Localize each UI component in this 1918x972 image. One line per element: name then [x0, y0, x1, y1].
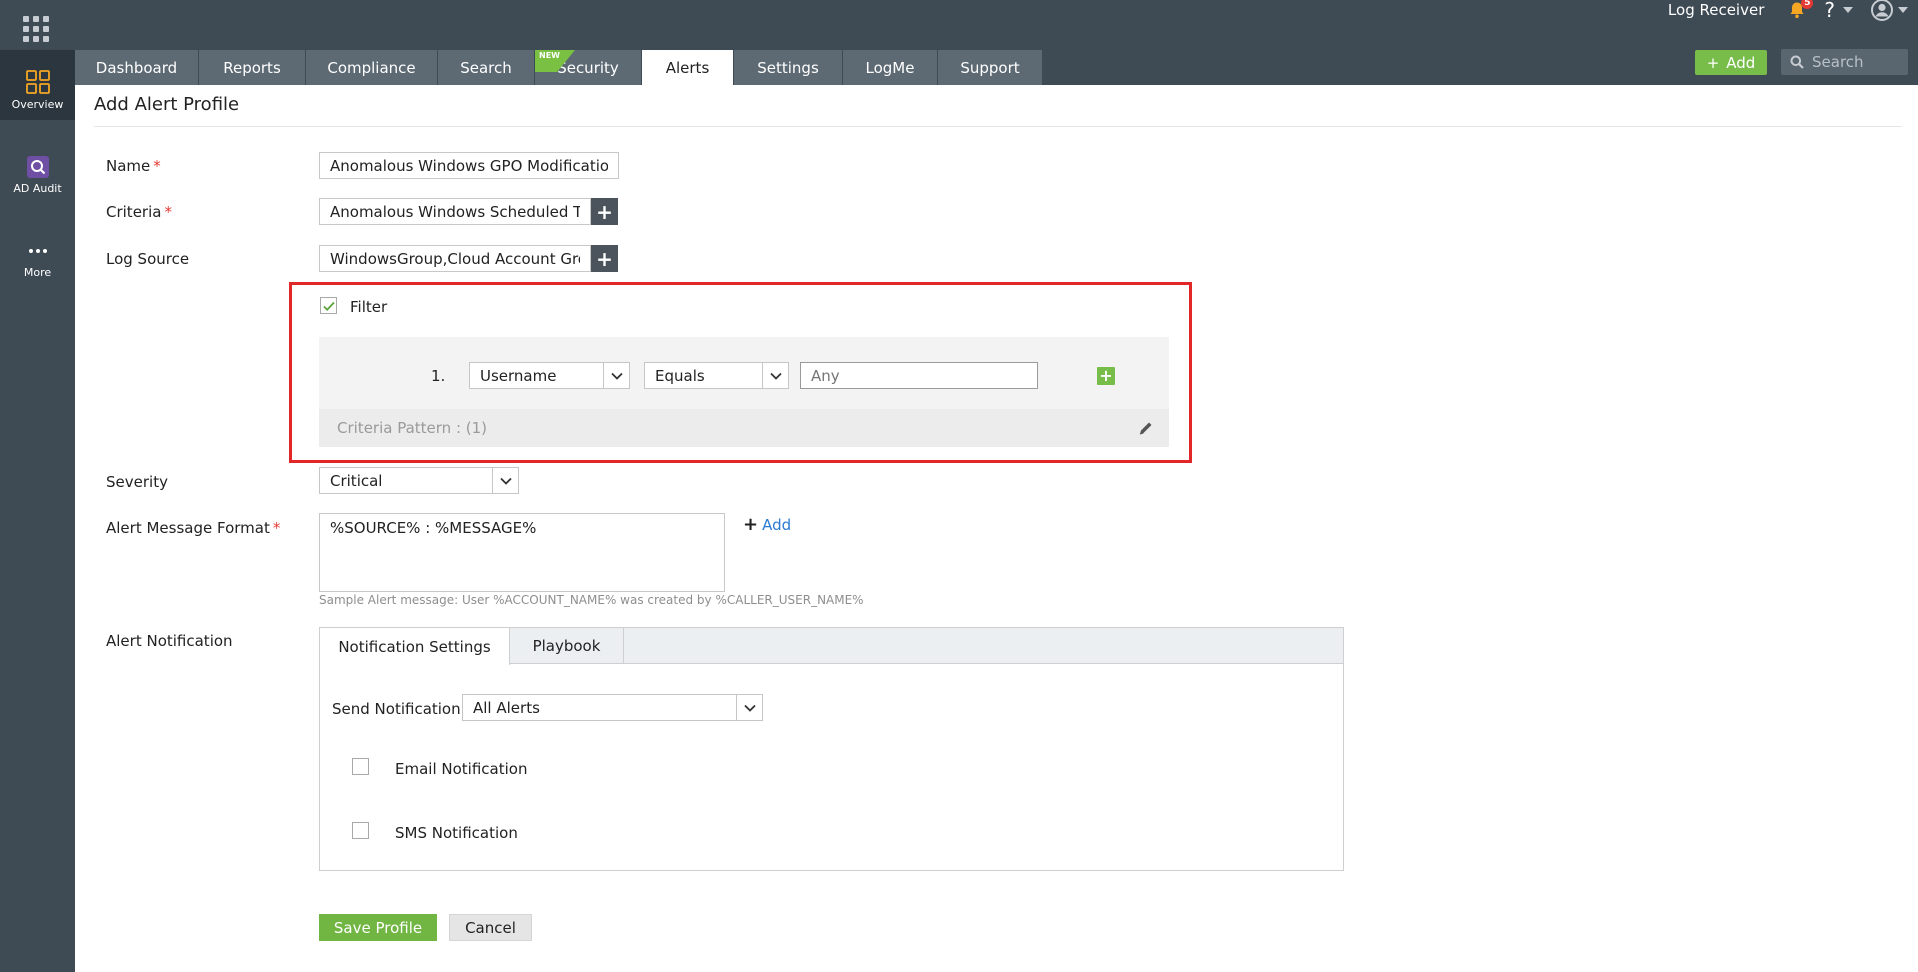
chevron-down-icon — [603, 363, 629, 388]
filter-operator-select[interactable]: Equals — [644, 362, 789, 389]
chevron-down-icon — [736, 695, 762, 720]
more-dots-icon — [28, 249, 47, 253]
send-notification-label: Send Notification — [332, 700, 461, 718]
user-avatar-icon — [1871, 0, 1893, 21]
send-notification-select[interactable]: All Alerts — [462, 694, 763, 721]
severity-label: Severity — [106, 473, 168, 491]
tab-compliance[interactable]: Compliance — [306, 50, 438, 85]
email-notification-checkbox[interactable] — [352, 758, 369, 775]
help-icon: ? — [1824, 0, 1835, 22]
global-search[interactable] — [1781, 49, 1908, 75]
notification-bell-icon[interactable]: 5 — [1788, 0, 1814, 19]
filter-value-input[interactable] — [800, 362, 1038, 389]
chevron-down-icon — [762, 363, 788, 388]
sidebar-item-ad-audit[interactable]: AD Audit — [0, 156, 75, 216]
filter-field-select[interactable]: Username — [469, 362, 630, 389]
notification-tabs: Notification Settings Playbook — [320, 628, 1343, 665]
tab-reports[interactable]: Reports — [199, 50, 306, 85]
log-source-label: Log Source — [106, 250, 190, 268]
edit-pencil-icon[interactable] — [1139, 421, 1153, 435]
search-icon — [1790, 55, 1804, 69]
main-nav: Dashboard Reports Compliance Search NEW … — [75, 50, 1043, 85]
user-menu[interactable] — [1871, 0, 1908, 21]
name-input[interactable] — [319, 152, 619, 179]
chevron-down-icon — [1843, 7, 1853, 13]
search-input[interactable] — [1812, 53, 1902, 71]
tab-logme[interactable]: LogMe — [843, 50, 938, 85]
severity-select[interactable]: Critical — [319, 467, 519, 494]
tab-notification-settings[interactable]: Notification Settings — [320, 628, 510, 665]
filter-checkbox[interactable] — [320, 297, 337, 314]
filter-label: Filter — [350, 298, 388, 316]
plus-icon: + — [596, 246, 613, 271]
chevron-down-icon — [492, 468, 518, 493]
cancel-button[interactable]: Cancel — [449, 914, 532, 941]
criteria-input[interactable] — [319, 198, 591, 225]
tab-security[interactable]: NEW Security — [535, 50, 642, 85]
app-launcher-icon[interactable] — [23, 16, 51, 42]
log-source-input[interactable] — [319, 245, 591, 272]
chevron-down-icon — [1898, 7, 1908, 13]
overview-grid-icon — [25, 70, 50, 94]
tab-playbook[interactable]: Playbook — [510, 628, 624, 664]
title-divider — [94, 126, 1902, 127]
add-log-source-button[interactable]: + — [591, 245, 618, 272]
sidebar: Overview AD Audit More — [0, 50, 75, 972]
page-title: Add Alert Profile — [94, 94, 240, 115]
add-filter-row-button[interactable]: + — [1097, 367, 1115, 385]
criteria-pattern-text: Criteria Pattern : (1) — [337, 419, 488, 437]
add-button[interactable]: + Add — [1695, 50, 1767, 75]
ad-audit-icon — [26, 156, 49, 178]
add-variable-link[interactable]: + Add — [743, 514, 791, 535]
sidebar-item-overview[interactable]: Overview — [0, 50, 75, 120]
tab-alerts[interactable]: Alerts — [642, 50, 734, 85]
notification-count-badge: 5 — [1801, 0, 1814, 9]
alert-notification-label: Alert Notification — [106, 632, 233, 650]
checkmark-icon — [323, 301, 335, 311]
message-format-label: Alert Message Format * — [106, 519, 281, 537]
save-profile-button[interactable]: Save Profile — [319, 914, 437, 941]
criteria-label: Criteria * — [106, 203, 172, 221]
top-right-toolbar: Log Receiver 5 ? — [1668, 0, 1918, 22]
sms-notification-checkbox[interactable] — [352, 822, 369, 839]
help-menu[interactable]: ? — [1824, 0, 1853, 22]
plus-icon: + — [596, 199, 613, 224]
email-notification-label: Email Notification — [395, 760, 528, 778]
log-receiver-link[interactable]: Log Receiver — [1668, 1, 1764, 19]
plus-icon: + — [1706, 53, 1720, 72]
add-criteria-button[interactable]: + — [591, 198, 618, 225]
name-label: Name * — [106, 157, 161, 175]
tab-settings[interactable]: Settings — [734, 50, 843, 85]
sidebar-item-more[interactable]: More — [0, 240, 75, 300]
tab-search[interactable]: Search — [438, 50, 535, 85]
sms-notification-label: SMS Notification — [395, 824, 518, 842]
filter-row-number: 1. — [431, 367, 446, 385]
sample-message-hint: Sample Alert message: User %ACCOUNT_NAME… — [319, 593, 864, 607]
message-format-textarea[interactable]: %SOURCE% : %MESSAGE% — [319, 513, 725, 592]
plus-icon: + — [743, 514, 759, 535]
tab-dashboard[interactable]: Dashboard — [75, 50, 199, 85]
tab-support[interactable]: Support — [938, 50, 1043, 85]
plus-icon: + — [1099, 366, 1113, 385]
top-bar: Log Receiver 5 ? Dashboard Reports Compl… — [0, 0, 1918, 85]
